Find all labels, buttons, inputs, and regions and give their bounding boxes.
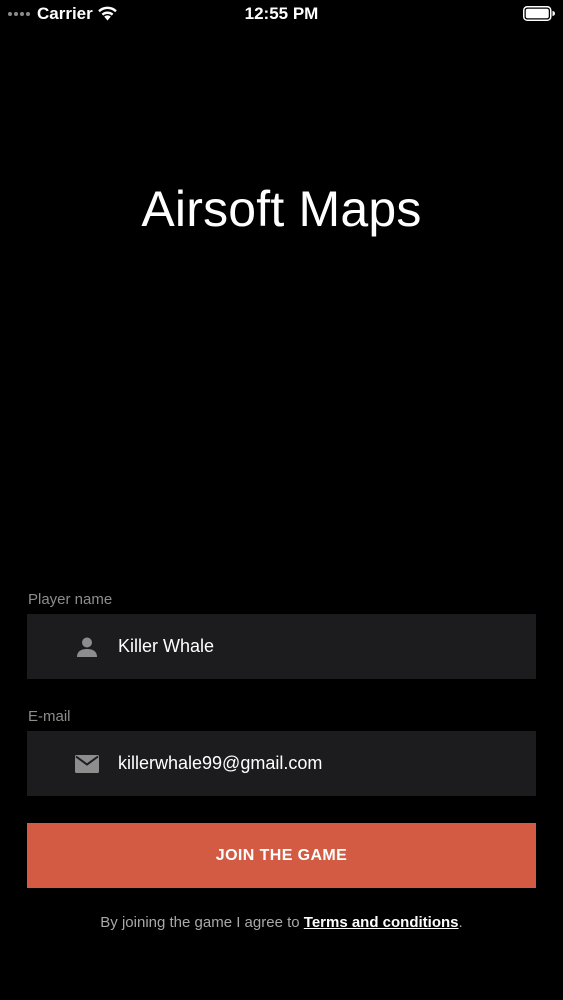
join-game-button[interactable]: JOIN THE GAME [27, 823, 536, 888]
mail-icon [75, 754, 99, 773]
app-title: Airsoft Maps [141, 181, 422, 237]
battery-icon [523, 6, 555, 21]
terms-prefix: By joining the game I agree to [100, 914, 304, 931]
email-value: killerwhale99@gmail.com [118, 753, 323, 773]
player-name-value: Killer Whale [118, 636, 215, 656]
email-label: E-mail [28, 708, 71, 725]
terms-suffix: . [458, 914, 463, 931]
status-bar: Carrier 12:55 PM [0, 0, 563, 28]
terms-notice: By joining the game I agree to Terms and… [0, 914, 563, 931]
player-name-label: Player name [28, 591, 113, 608]
clock: 12:55 PM [244, 4, 319, 23]
email-field[interactable]: killerwhale99@gmail.com [27, 731, 536, 796]
terms-link[interactable]: Terms and conditions [304, 914, 459, 931]
person-icon [77, 637, 97, 657]
player-name-field[interactable]: Killer Whale [27, 614, 536, 679]
